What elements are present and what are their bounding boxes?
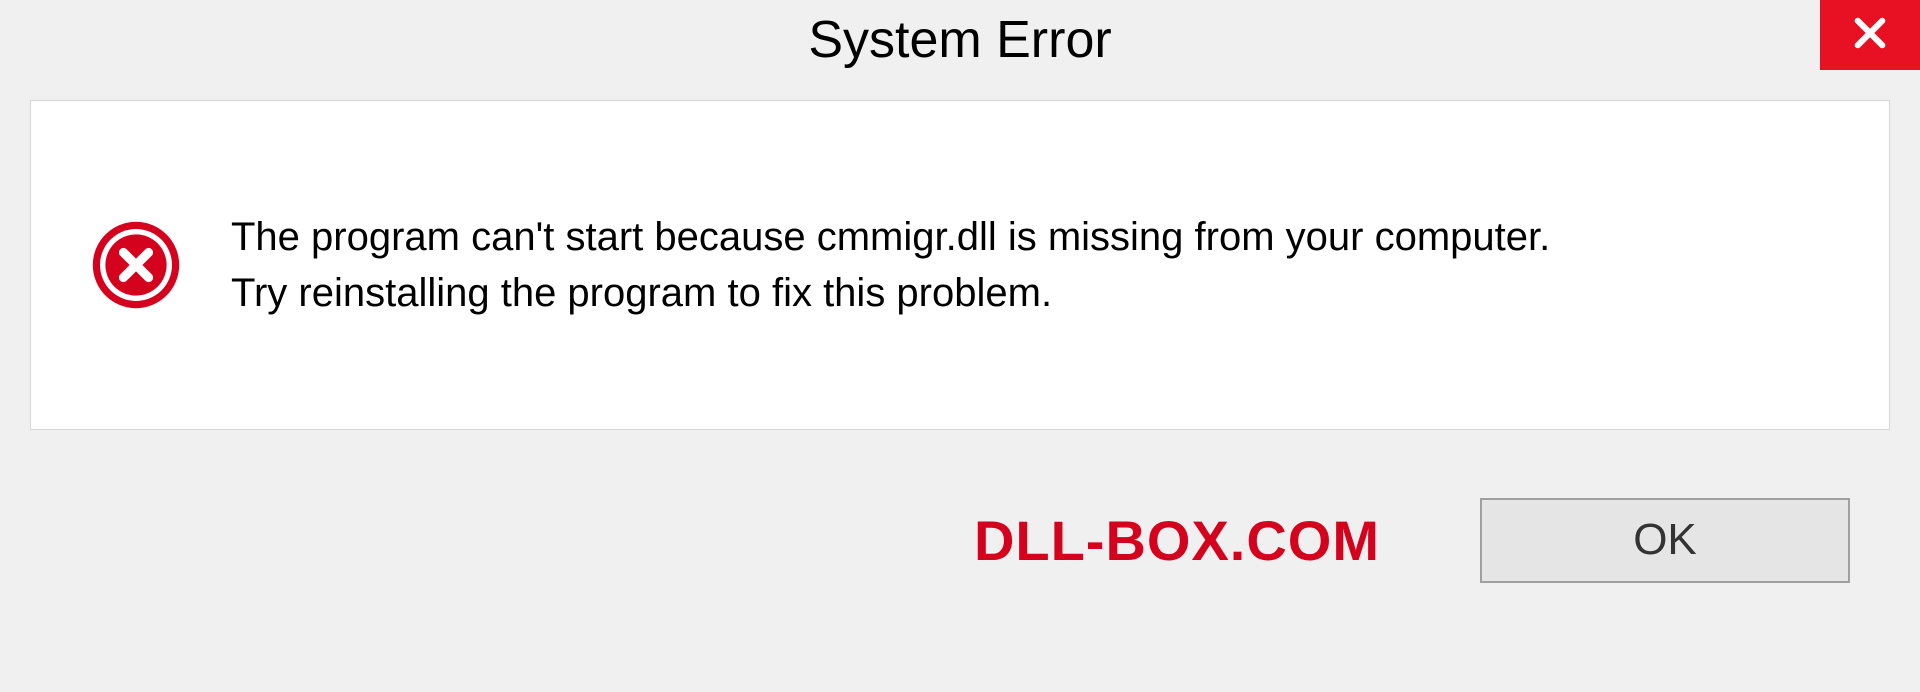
dialog-title: System Error	[808, 10, 1111, 70]
error-message-line1: The program can't start because cmmigr.d…	[231, 209, 1550, 265]
dialog-content: The program can't start because cmmigr.d…	[30, 100, 1890, 430]
error-circle-x-icon	[91, 220, 181, 310]
error-message-line2: Try reinstalling the program to fix this…	[231, 265, 1550, 321]
watermark-text: DLL-BOX.COM	[974, 508, 1380, 573]
title-bar: System Error	[0, 0, 1920, 100]
dialog-footer: DLL-BOX.COM OK	[30, 430, 1890, 650]
ok-button[interactable]: OK	[1480, 498, 1850, 583]
ok-button-label: OK	[1633, 515, 1697, 565]
close-icon	[1849, 12, 1891, 59]
close-button[interactable]	[1820, 0, 1920, 70]
error-message: The program can't start because cmmigr.d…	[231, 209, 1550, 321]
